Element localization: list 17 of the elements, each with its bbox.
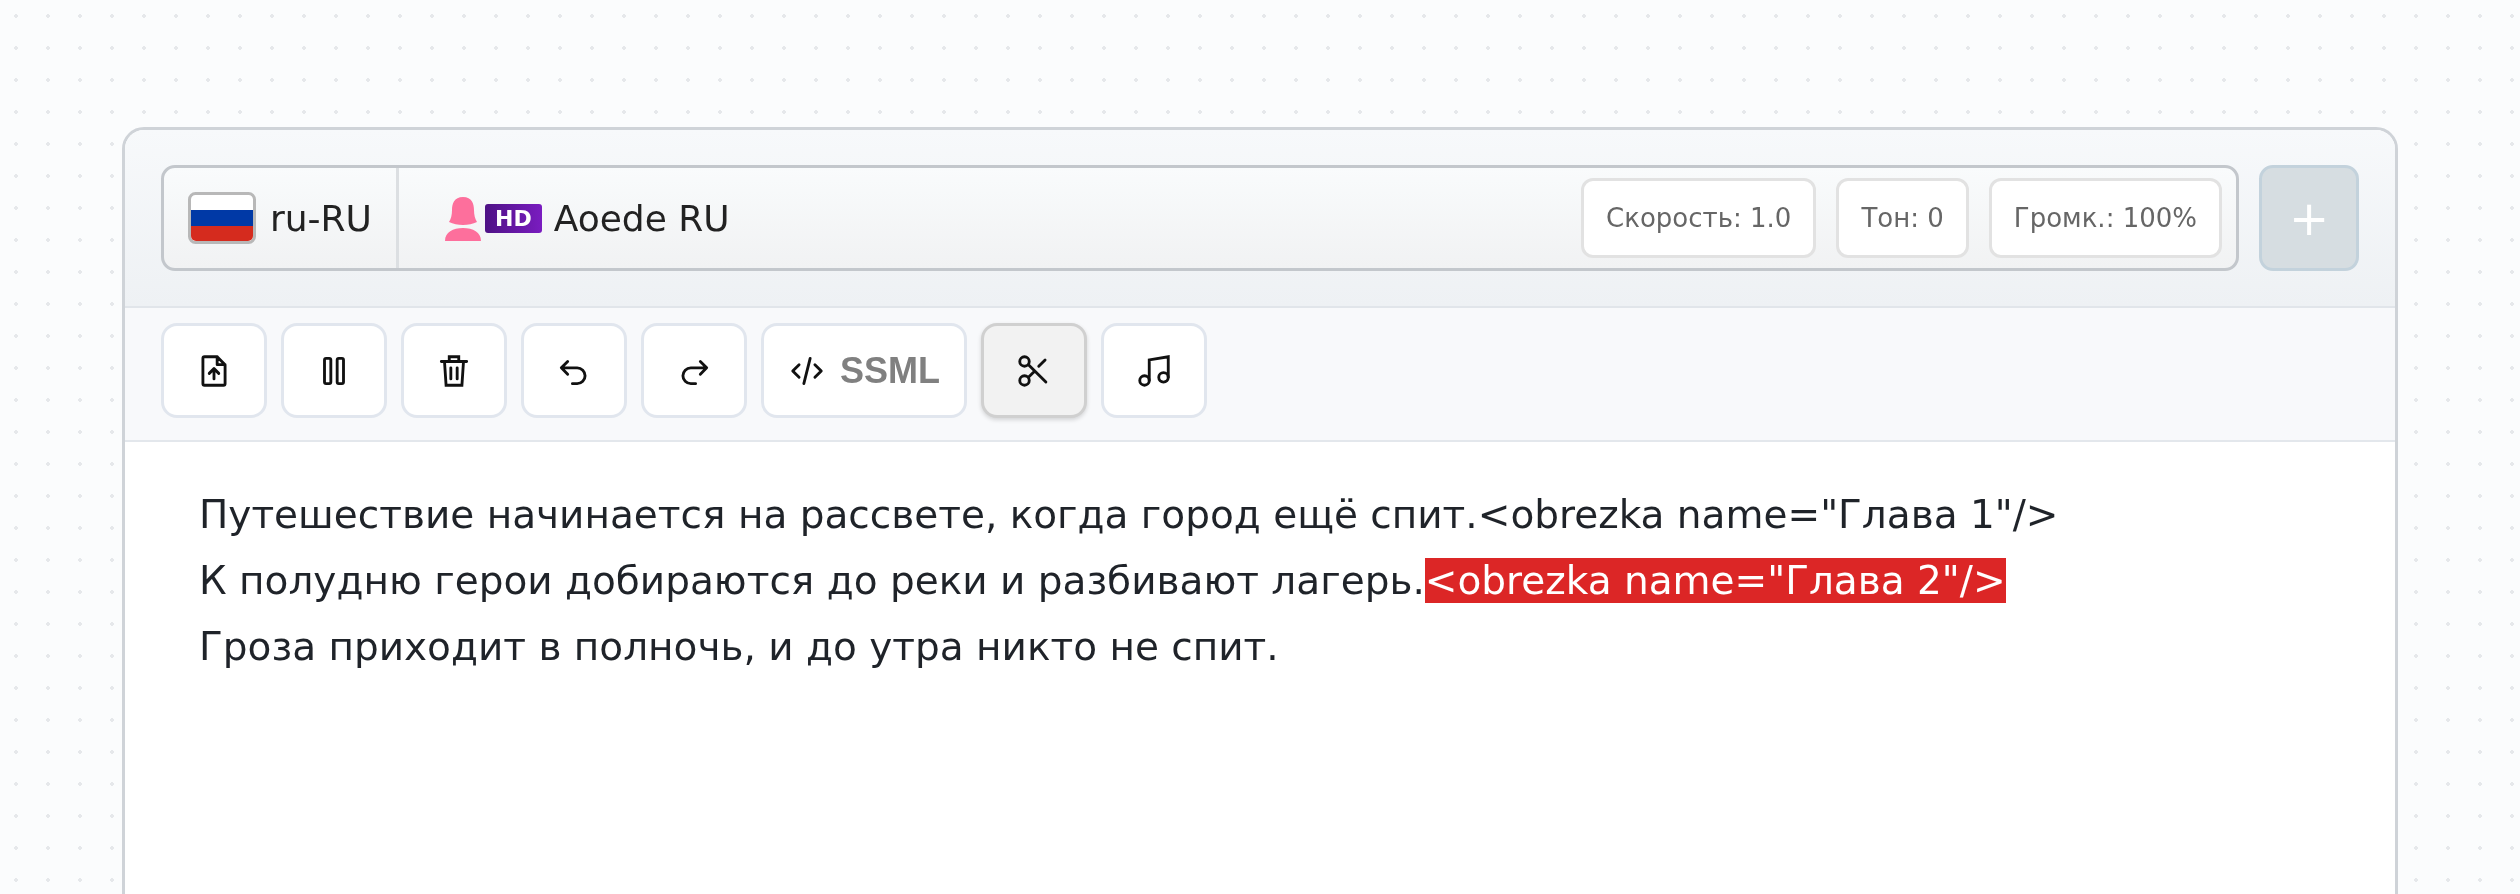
text-line: Гроза приходит в полночь, и до утра никто не спит. — [199, 624, 1279, 669]
music-button[interactable] — [1101, 323, 1207, 418]
setting-chip[interactable]: Громк.: 100% — [1988, 178, 2222, 258]
text-line: К полудню герои добираются до реки и разбивают лагерь. — [199, 558, 1425, 603]
voice-name[interactable]: Aoede RU — [553, 197, 730, 239]
highlighted-tag: <obrezka name="Глава 2"/> — [1424, 558, 2006, 603]
text-line: Путешествие начинается на рассвете, когда город ещё спит.<obrezka name="Глава 1"/> — [199, 492, 2059, 537]
cut-button[interactable] — [981, 323, 1087, 418]
hd-badge: HD — [485, 203, 542, 233]
russia-flag-icon — [188, 192, 256, 244]
setting-chip[interactable]: Тон: 0 — [1836, 178, 1969, 258]
delete-button[interactable] — [401, 323, 507, 418]
pause-button[interactable] — [281, 323, 387, 418]
language-label[interactable]: ru-RU — [270, 197, 372, 239]
setting-chip[interactable]: Скорость: 1.0 — [1581, 178, 1817, 258]
ssml-button[interactable]: SSML — [761, 323, 967, 418]
upload-button[interactable] — [161, 323, 267, 418]
